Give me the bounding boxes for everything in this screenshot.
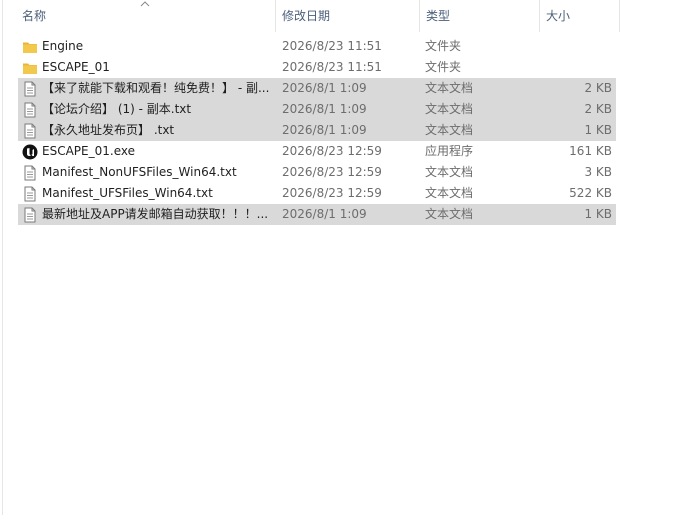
file-modified-date: 2026/8/23 12:59 (282, 144, 382, 158)
file-row[interactable]: Manifest_UFSFiles_Win64.txt 2026/8/23 12:… (18, 183, 616, 204)
folder-icon (22, 60, 38, 76)
file-size: 2 KB (584, 102, 612, 116)
folder-row[interactable]: Engine 2026/8/23 11:51 文件夹 (18, 36, 616, 57)
file-name: Engine (42, 39, 84, 53)
file-size (540, 57, 612, 78)
file-name: 最新地址及APP请发邮箱自动获取！！！... (42, 207, 269, 221)
column-divider[interactable] (419, 0, 420, 32)
file-size: 161 KB (569, 144, 612, 158)
column-header-modified[interactable]: 修改日期 (278, 0, 418, 32)
file-size: 3 KB (584, 165, 612, 179)
file-type: 应用程序 (425, 144, 474, 158)
file-name: ESCAPE_01.exe (42, 144, 135, 158)
unreal-engine-icon (22, 144, 38, 160)
file-type: 文本文档 (425, 186, 474, 200)
file-row[interactable]: 【来了就能下载和观看！纯免费！】 - 副... 2026/8/1 1:09 文本文档… (18, 78, 616, 99)
column-divider[interactable] (539, 0, 540, 32)
file-row[interactable]: 最新地址及APP请发邮箱自动获取！！！... 2026/8/1 1:09 文本文档 1… (18, 204, 616, 225)
file-modified-date: 2026/8/1 1:09 (282, 123, 367, 137)
file-name: 【永久地址发布页】 .txt (42, 123, 175, 137)
column-header-type[interactable]: 类型 (422, 0, 538, 32)
file-type: 文本文档 (425, 102, 474, 116)
file-size: 2 KB (584, 81, 612, 95)
file-row[interactable]: Manifest_NonUFSFiles_Win64.txt 2026/8/23 … (18, 162, 616, 183)
pane-edge (2, 0, 3, 515)
column-divider[interactable] (619, 0, 620, 32)
column-header-bar: 名称 修改日期 类型 大小 (0, 0, 696, 32)
file-size: 522 KB (569, 186, 612, 200)
file-name: 【来了就能下载和观看！纯免费！】 - 副... (42, 81, 270, 95)
file-modified-date: 2026/8/23 12:59 (282, 165, 382, 179)
folder-row[interactable]: ESCAPE_01 2026/8/23 11:51 文件夹 (18, 57, 616, 78)
file-modified-date: 2026/8/1 1:09 (282, 81, 367, 95)
file-name: Manifest_UFSFiles_Win64.txt (42, 186, 213, 200)
file-explorer: 名称 修改日期 类型 大小 Engine 2026/8/23 11:51 文件夹 ES… (0, 0, 696, 515)
text-file-icon (22, 123, 38, 139)
column-header-name[interactable]: 名称 (18, 0, 274, 32)
text-file-icon (22, 186, 38, 202)
file-name: 【论坛介绍】 (1) - 副本.txt (42, 102, 192, 116)
file-row[interactable]: ESCAPE_01.exe 2026/8/23 12:59 应用程序 161 KB (18, 141, 616, 162)
file-type: 文本文档 (425, 165, 474, 179)
text-file-icon (22, 165, 38, 181)
file-size: 1 KB (584, 123, 612, 137)
file-modified-date: 2026/8/1 1:09 (282, 207, 367, 221)
file-row[interactable]: 【永久地址发布页】 .txt 2026/8/1 1:09 文本文档 1 KB (18, 120, 616, 141)
file-modified-date: 2026/8/23 11:51 (282, 60, 382, 74)
file-type: 文本文档 (425, 81, 474, 95)
file-type: 文本文档 (425, 123, 474, 137)
file-name: ESCAPE_01 (42, 60, 110, 74)
file-row[interactable]: 【论坛介绍】 (1) - 副本.txt 2026/8/1 1:09 文本文档 2 KB (18, 99, 616, 120)
folder-icon (22, 39, 38, 55)
file-modified-date: 2026/8/23 12:59 (282, 186, 382, 200)
file-modified-date: 2026/8/1 1:09 (282, 102, 367, 116)
text-file-icon (22, 207, 38, 223)
file-size: 1 KB (584, 207, 612, 221)
file-size (540, 36, 612, 57)
file-name: Manifest_NonUFSFiles_Win64.txt (42, 165, 237, 179)
file-type: 文本文档 (425, 207, 474, 221)
text-file-icon (22, 102, 38, 118)
file-type: 文件夹 (425, 39, 462, 53)
text-file-icon (22, 81, 38, 97)
column-header-size[interactable]: 大小 (542, 0, 618, 32)
column-divider[interactable] (275, 0, 276, 32)
file-type: 文件夹 (425, 60, 462, 74)
file-modified-date: 2026/8/23 11:51 (282, 39, 382, 53)
